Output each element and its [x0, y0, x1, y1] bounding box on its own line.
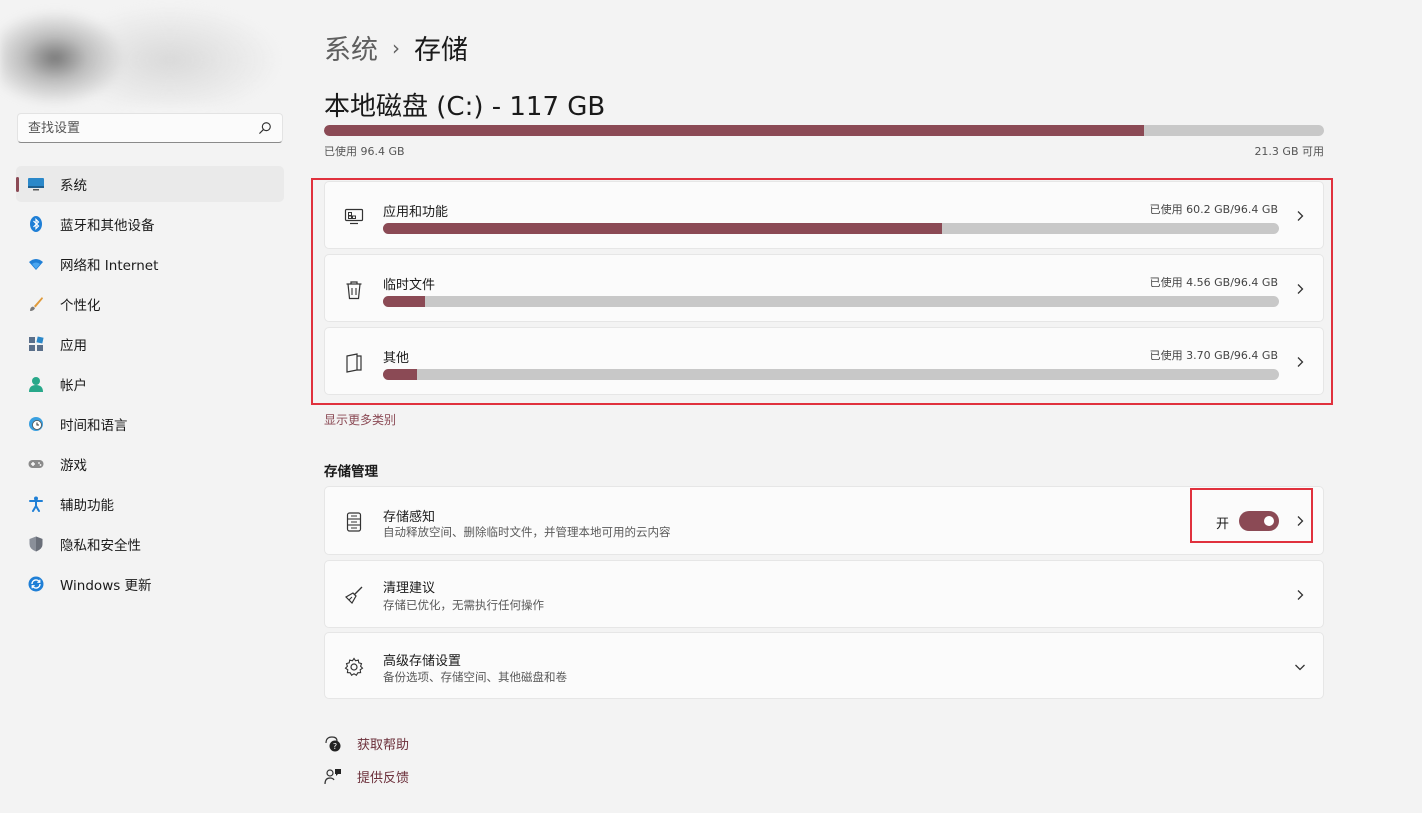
sidebar-item-bluetooth[interactable]: 蓝牙和其他设备 — [16, 206, 284, 242]
search-icon[interactable] — [258, 121, 272, 135]
category-usage-bar — [383, 223, 1279, 234]
chevron-right-icon — [1297, 284, 1304, 294]
give-feedback-link[interactable]: 提供反馈 — [324, 767, 409, 786]
category-usage-fill — [383, 296, 426, 307]
sidebar-item-accessibility[interactable]: 辅助功能 — [16, 486, 284, 522]
sidebar-item-label: 应用 — [60, 338, 87, 354]
get-help-link[interactable]: ? 获取帮助 — [324, 734, 409, 753]
apps-icon — [28, 336, 44, 352]
sidebar-item-time-language[interactable]: 时间和语言 — [16, 406, 284, 442]
avatar — [0, 0, 280, 105]
get-help-label: 获取帮助 — [357, 738, 410, 753]
give-feedback-label: 提供反馈 — [357, 771, 410, 786]
search-box[interactable] — [17, 113, 283, 143]
sidebar-item-label: 辅助功能 — [60, 498, 114, 514]
search-input[interactable] — [28, 120, 258, 136]
storage-drive-icon — [343, 511, 365, 533]
show-more-categories-link[interactable]: 显示更多类别 — [324, 411, 396, 428]
category-temp-files[interactable]: 临时文件 已使用 4.56 GB/96.4 GB — [324, 254, 1324, 322]
sidebar: 系统 蓝牙和其他设备 网络和 Internet 个性化 应用 — [0, 0, 300, 813]
toggle-state-label: 开 — [1215, 517, 1229, 532]
svg-text:?: ? — [333, 742, 337, 751]
sidebar-nav: 系统 蓝牙和其他设备 网络和 Internet 个性化 应用 帐户 时间和语言 … — [16, 166, 284, 606]
category-usage-bar — [383, 369, 1279, 380]
sidebar-item-personalization[interactable]: 个性化 — [16, 286, 284, 322]
storage-sense-row[interactable]: 存储感知 自动释放空间、删除临时文件，并管理本地可用的云内容 开 — [324, 486, 1324, 555]
sidebar-item-network[interactable]: 网络和 Internet — [16, 246, 284, 282]
chevron-down-icon — [1295, 664, 1305, 671]
section-title-storage-management: 存储管理 — [324, 464, 378, 480]
category-title: 临时文件 — [383, 278, 436, 293]
sidebar-item-label: 网络和 Internet — [60, 258, 159, 274]
storage-sense-subtitle: 自动释放空间、删除临时文件，并管理本地可用的云内容 — [383, 525, 671, 539]
sidebar-item-label: 个性化 — [60, 298, 101, 314]
sidebar-item-privacy[interactable]: 隐私和安全性 — [16, 526, 284, 562]
sidebar-item-label: Windows 更新 — [60, 578, 152, 594]
disk-title: 本地磁盘 (C:) - 117 GB — [324, 92, 606, 122]
help-icon: ? — [324, 735, 342, 753]
advanced-subtitle: 备份选项、存储空间、其他磁盘和卷 — [383, 670, 567, 684]
category-usage: 已使用 60.2 GB/96.4 GB — [1149, 203, 1278, 216]
category-usage-bar — [383, 296, 1279, 307]
brush-icon — [28, 296, 44, 312]
document-icon — [343, 352, 365, 374]
sidebar-item-system[interactable]: 系统 — [16, 166, 284, 202]
sidebar-item-label: 游戏 — [60, 458, 87, 474]
chevron-right-icon — [1297, 590, 1304, 600]
feedback-icon — [324, 768, 342, 786]
sidebar-item-label: 蓝牙和其他设备 — [60, 218, 155, 234]
cleanup-recommendations-row[interactable]: 清理建议 存储已优化，无需执行任何操作 — [324, 560, 1324, 628]
category-apps-features[interactable]: 应用和功能 已使用 60.2 GB/96.4 GB — [324, 181, 1324, 249]
monitor-icon — [28, 176, 44, 192]
category-usage-fill — [383, 369, 418, 380]
toggle-knob — [1264, 516, 1274, 526]
chevron-right-icon — [1297, 211, 1304, 221]
trash-icon — [343, 279, 365, 301]
gear-icon — [343, 656, 365, 678]
chevron-right-icon — [1297, 516, 1304, 526]
disk-used-label: 已使用 96.4 GB — [324, 145, 405, 158]
category-title: 其他 — [383, 351, 410, 366]
update-icon — [28, 576, 44, 592]
sidebar-item-label: 隐私和安全性 — [60, 538, 141, 554]
chevron-right-icon: › — [392, 35, 400, 60]
accessibility-icon — [28, 496, 44, 512]
disk-usage-bar — [324, 125, 1324, 136]
globe-clock-icon — [28, 416, 44, 432]
breadcrumb: 系统 › 存储 — [324, 28, 468, 67]
cleanup-title: 清理建议 — [383, 581, 436, 596]
category-usage: 已使用 3.70 GB/96.4 GB — [1149, 349, 1278, 362]
category-title: 应用和功能 — [383, 205, 449, 220]
gamepad-icon — [28, 456, 44, 472]
sidebar-item-apps[interactable]: 应用 — [16, 326, 284, 362]
disk-usage-fill — [324, 125, 1144, 136]
cleanup-subtitle: 存储已优化，无需执行任何操作 — [383, 598, 544, 612]
storage-sense-toggle[interactable] — [1239, 511, 1279, 531]
sidebar-item-gaming[interactable]: 游戏 — [16, 446, 284, 482]
bluetooth-icon — [28, 216, 44, 232]
apps-features-icon — [343, 206, 365, 228]
person-icon — [28, 376, 44, 392]
sidebar-item-label: 帐户 — [60, 378, 87, 394]
sidebar-item-accounts[interactable]: 帐户 — [16, 366, 284, 402]
category-usage: 已使用 4.56 GB/96.4 GB — [1149, 276, 1278, 289]
sidebar-item-label: 时间和语言 — [60, 418, 128, 434]
broom-icon — [343, 584, 365, 606]
wifi-icon — [28, 256, 44, 272]
breadcrumb-parent[interactable]: 系统 — [324, 28, 378, 67]
sidebar-item-label: 系统 — [60, 178, 87, 194]
page-title: 存储 — [414, 35, 468, 66]
storage-sense-title: 存储感知 — [383, 510, 436, 525]
shield-icon — [28, 536, 44, 552]
sidebar-item-windows-update[interactable]: Windows 更新 — [16, 566, 284, 602]
category-usage-fill — [383, 223, 943, 234]
category-other[interactable]: 其他 已使用 3.70 GB/96.4 GB — [324, 327, 1324, 395]
advanced-title: 高级存储设置 — [383, 654, 462, 669]
advanced-storage-settings-row[interactable]: 高级存储设置 备份选项、存储空间、其他磁盘和卷 — [324, 632, 1324, 699]
disk-free-label: 21.3 GB 可用 — [1254, 145, 1324, 158]
chevron-right-icon — [1297, 357, 1304, 367]
